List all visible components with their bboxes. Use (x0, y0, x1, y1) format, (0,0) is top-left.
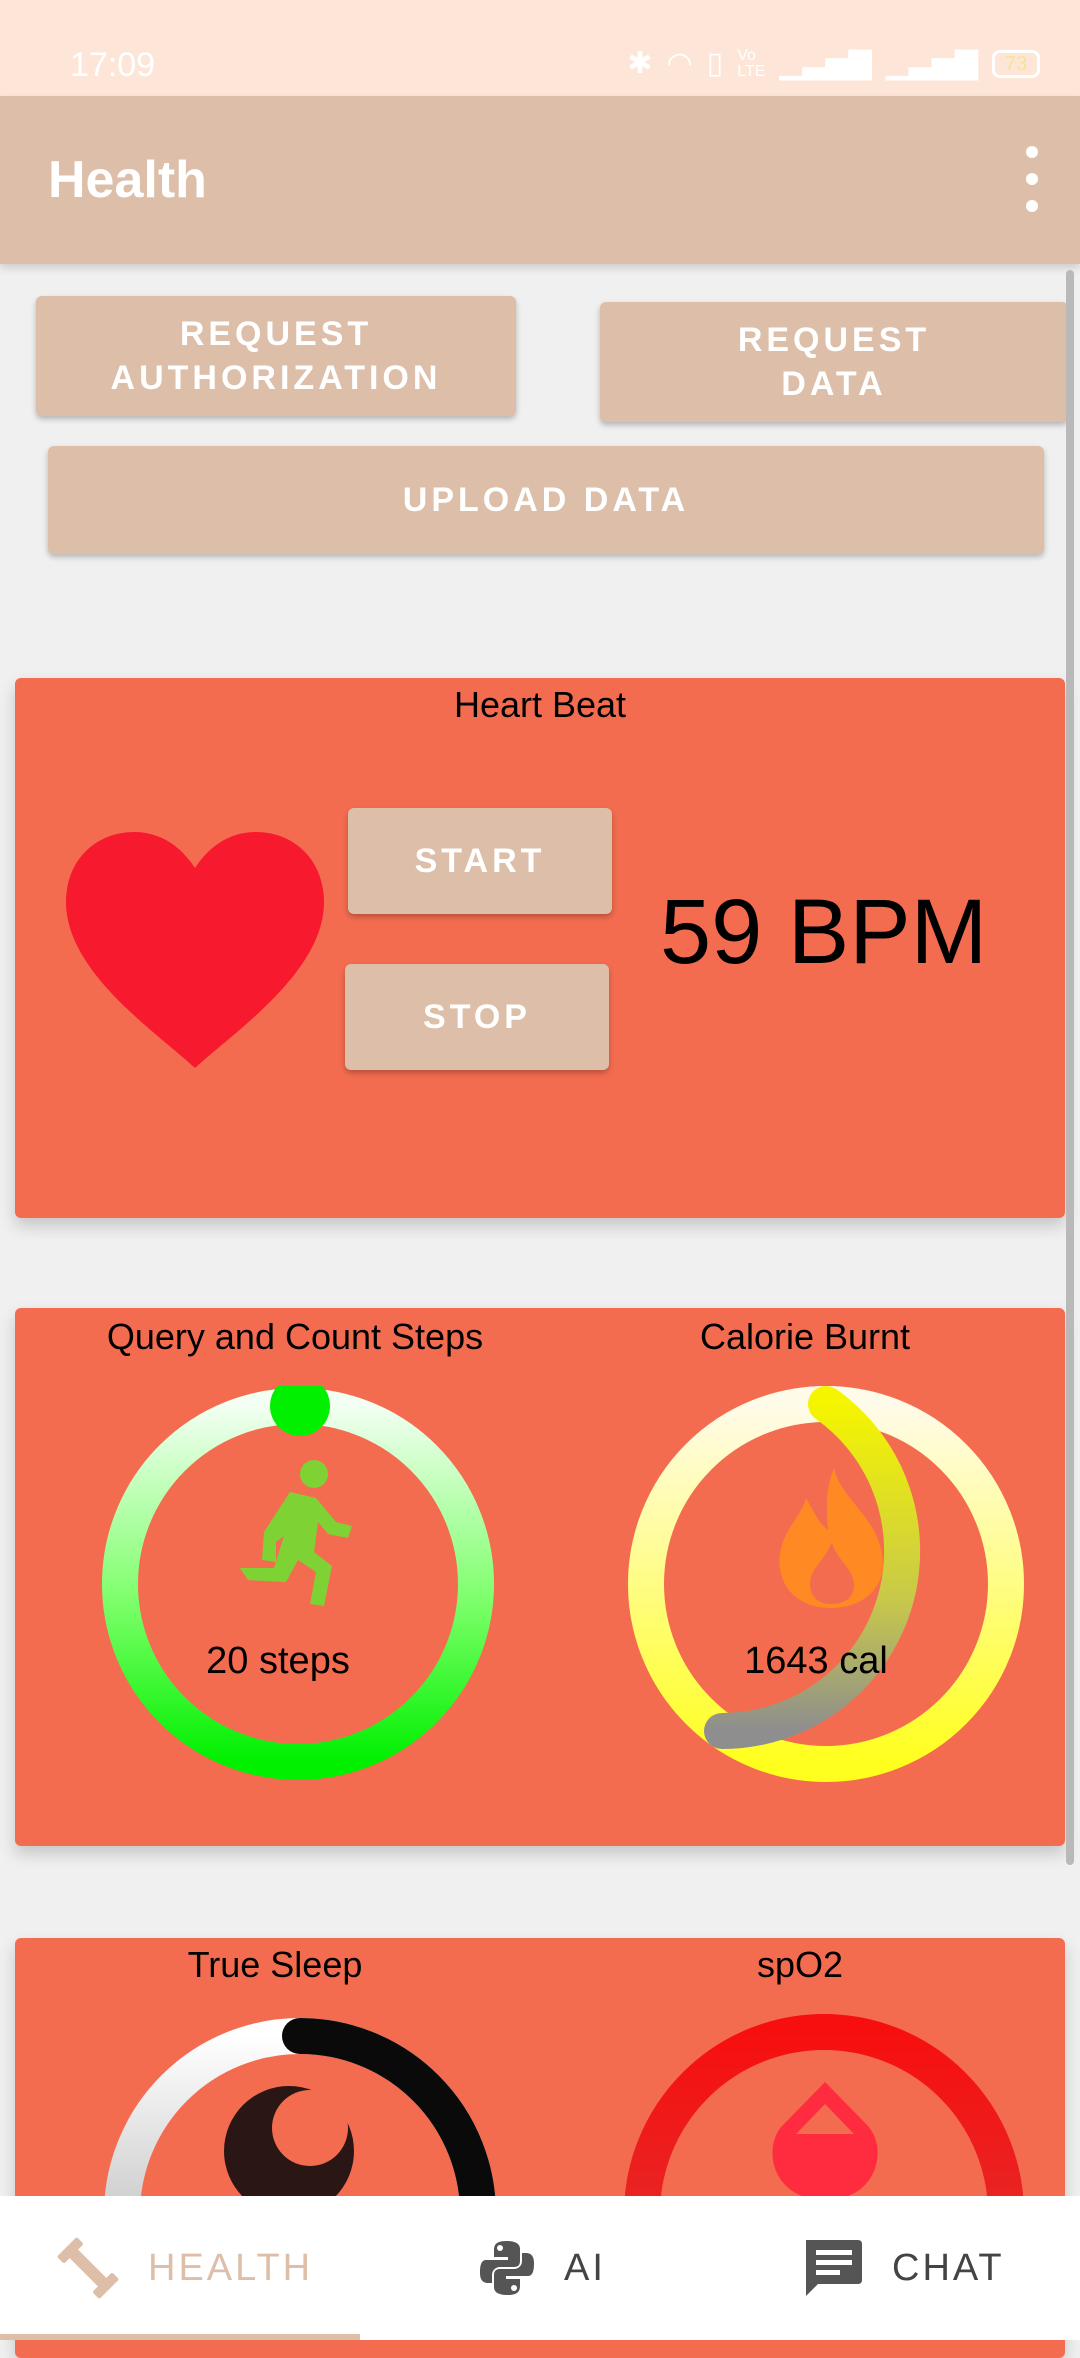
nav-chat[interactable]: CHAT (800, 2196, 1005, 2340)
start-label: START (414, 842, 546, 880)
python-icon (480, 2241, 534, 2295)
calorie-title: Calorie Burnt (699, 1316, 911, 1357)
running-icon (240, 1460, 352, 1606)
sleep-title: True Sleep (187, 1944, 363, 1985)
steps-progress-knob (270, 1386, 330, 1436)
blood-drop-icon (772, 2082, 878, 2200)
steps-value: 20 steps (206, 1640, 350, 1682)
nav-health[interactable]: HEALTH (56, 2196, 313, 2340)
start-button[interactable]: START (348, 808, 612, 914)
stop-label: STOP (423, 998, 531, 1036)
spo2-title: spO2 (756, 1944, 844, 1985)
request-authorization-label: REQUEST AUTHORIZATION (110, 315, 442, 397)
signal-icon: ▁▃▅▇ (779, 47, 872, 80)
flame-icon (779, 1468, 883, 1608)
upload-data-button[interactable]: UPLOAD DATA (48, 446, 1044, 554)
request-data-label: REQUEST DATA (737, 321, 931, 403)
headphones-icon: ◠ (666, 47, 693, 80)
chat-icon (806, 2240, 862, 2296)
bluetooth-icon: ✱ (627, 47, 653, 80)
moon-icon (224, 2086, 354, 2196)
page-title: Health (48, 151, 207, 209)
stop-button[interactable]: STOP (345, 964, 609, 1070)
nav-health-label: HEALTH (148, 2246, 314, 2289)
nav-chat-label: CHAT (892, 2246, 1005, 2289)
request-authorization-button[interactable]: REQUEST AUTHORIZATION (36, 296, 516, 416)
status-time: 17:09 (70, 46, 156, 84)
nav-ai-label: AI (564, 2246, 606, 2289)
volte-icon: Vo LTE (737, 47, 766, 80)
nav-active-indicator (0, 2334, 360, 2340)
status-icons: ✱ ◠ ▯ Vo LTE ▁▃▅▇ ▁▃▅▇ 73 (627, 48, 1040, 80)
bottom-nav: HEALTH AI CHAT (0, 2196, 1080, 2340)
steps-title: Query and Count Steps (106, 1316, 484, 1357)
nav-ai[interactable]: AI (478, 2196, 606, 2340)
heart-beat-title: Heart Beat (453, 684, 627, 725)
heart-icon (66, 832, 324, 1068)
app-bar: Health (0, 96, 1080, 264)
calorie-value: 1643 cal (744, 1640, 888, 1682)
bpm-value: 59 BPM (660, 881, 988, 983)
more-options-icon[interactable] (1014, 146, 1050, 212)
status-bar: 17:09 ✱ ◠ ▯ Vo LTE ▁▃▅▇ ▁▃▅▇ 73 (0, 0, 1080, 96)
scrollbar[interactable] (1066, 270, 1074, 1865)
battery-icon: 73 (992, 50, 1040, 78)
request-data-button[interactable]: REQUEST DATA (600, 302, 1068, 422)
vibrate-icon: ▯ (706, 47, 724, 80)
upload-data-label: UPLOAD DATA (402, 481, 690, 519)
dumbbell-icon (57, 2237, 119, 2299)
signal-icon-2: ▁▃▅▇ (885, 47, 978, 80)
